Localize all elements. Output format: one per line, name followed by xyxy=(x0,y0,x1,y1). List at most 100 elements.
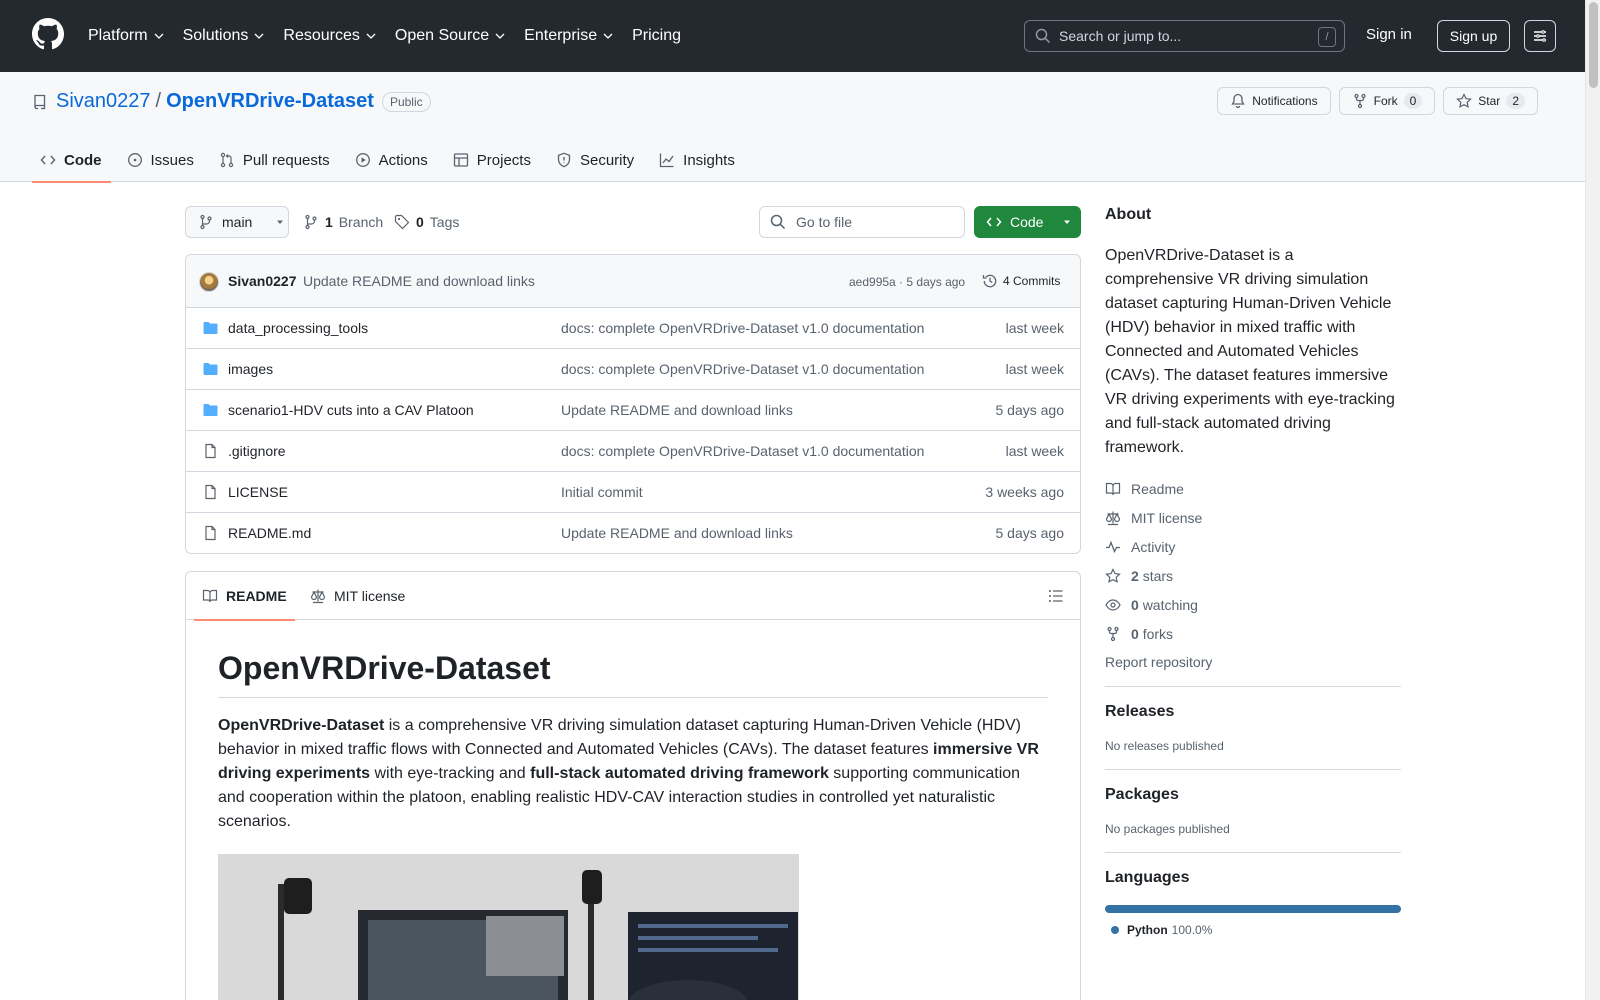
file-commit-message-link[interactable]: docs: complete OpenVRDrive-Dataset v1.0 … xyxy=(561,361,924,377)
readme-panel: README MIT license OpenVRDrive-Dataset O… xyxy=(185,571,1081,1000)
about-title: About xyxy=(1105,206,1152,223)
book-icon xyxy=(1105,482,1121,495)
releases-title[interactable]: Releases xyxy=(1105,703,1401,721)
packages-section: Packages No packages published xyxy=(1105,769,1401,836)
tab-issues[interactable]: Issues xyxy=(119,138,203,182)
nav-pricing[interactable]: Pricing xyxy=(632,27,681,45)
tags-link[interactable]: 0 Tags xyxy=(394,206,459,238)
latest-commit-bar: Sivan0227 Update README and download lin… xyxy=(186,255,1080,308)
commit-message-link[interactable]: Update README and download links xyxy=(303,273,535,289)
repo-owner-link[interactable]: Sivan0227 xyxy=(56,90,151,113)
nav-enterprise[interactable]: Enterprise xyxy=(524,27,614,45)
file-commit-time: 5 days ago xyxy=(995,402,1065,418)
file-icon xyxy=(202,525,219,541)
file-commit-message-link[interactable]: docs: complete OpenVRDrive-Dataset v1.0 … xyxy=(561,320,924,336)
report-repository-link[interactable]: Report repository xyxy=(1105,654,1401,670)
notifications-button[interactable]: Notifications xyxy=(1217,87,1331,115)
visibility-badge: Public xyxy=(381,91,431,112)
table-row[interactable]: README.md Update README and download link… xyxy=(186,513,1080,553)
file-commit-message-link[interactable]: Update README and download links xyxy=(561,525,793,541)
branch-select-button[interactable]: main xyxy=(185,206,289,238)
fork-button[interactable]: Fork 0 xyxy=(1338,87,1436,115)
file-name-link[interactable]: .gitignore xyxy=(228,443,286,459)
file-commit-time: 5 days ago xyxy=(995,525,1065,541)
repo-separator: / xyxy=(155,90,162,112)
file-name-link[interactable]: README.md xyxy=(228,525,311,541)
nav-platform[interactable]: Platform xyxy=(88,27,165,45)
tab-actions[interactable]: Actions xyxy=(347,138,437,182)
file-name-link[interactable]: LICENSE xyxy=(228,484,288,500)
chevron-down-icon xyxy=(495,33,505,39)
keyboard-shortcut-hint: / xyxy=(1318,27,1336,47)
commit-hash-time[interactable]: aed995a · 5 days ago xyxy=(849,275,965,289)
stars-link[interactable]: 2 stars xyxy=(1105,561,1401,590)
global-search-input[interactable]: Search or jump to... / xyxy=(1024,20,1345,52)
avatar[interactable] xyxy=(199,272,219,292)
tab-insights[interactable]: Insights xyxy=(651,138,744,182)
repo-actions: Notifications Fork 0 Star 2 xyxy=(1217,87,1538,115)
language-item[interactable]: Python 100.0% xyxy=(1105,923,1401,937)
file-rows: data_processing_tools docs: complete Open… xyxy=(186,308,1080,553)
sign-in-link[interactable]: Sign in xyxy=(1366,26,1412,43)
file-icon xyxy=(202,443,219,459)
repo-sidebar: About OpenVRDrive-Dataset is a comprehen… xyxy=(1105,206,1401,937)
repo-name-link[interactable]: OpenVRDrive-Dataset xyxy=(166,90,374,113)
sign-up-button[interactable]: Sign up xyxy=(1437,20,1510,52)
table-row[interactable]: scenario1-HDV cuts into a CAV Platoon Upd… xyxy=(186,390,1080,431)
list-icon[interactable] xyxy=(1048,588,1064,604)
file-icon xyxy=(202,484,219,500)
file-commit-message-link[interactable]: Update README and download links xyxy=(561,402,793,418)
bell-icon xyxy=(1231,93,1245,109)
file-name-link[interactable]: images xyxy=(228,361,273,377)
play-icon xyxy=(355,153,370,167)
table-icon xyxy=(453,153,468,167)
repo-tabs: Code Issues Pull requests Actions Projec… xyxy=(32,138,752,183)
nav-solutions[interactable]: Solutions xyxy=(183,27,266,45)
file-name-link[interactable]: data_processing_tools xyxy=(228,320,368,336)
star-icon xyxy=(1105,567,1121,583)
readme-link[interactable]: Readme xyxy=(1105,474,1401,503)
go-to-file-input[interactable]: Go to file xyxy=(759,206,965,238)
branch-icon xyxy=(305,214,317,230)
tab-license[interactable]: MIT license xyxy=(310,572,405,620)
file-commit-message-link[interactable]: docs: complete OpenVRDrive-Dataset v1.0 … xyxy=(561,443,924,459)
tab-projects[interactable]: Projects xyxy=(445,138,540,182)
file-commit-time: last week xyxy=(1005,320,1064,336)
folder-icon xyxy=(202,320,219,336)
code-dropdown-button[interactable]: Code xyxy=(974,206,1081,238)
license-link[interactable]: MIT license xyxy=(1105,503,1401,532)
forks-link[interactable]: 0 forks xyxy=(1105,619,1401,648)
tab-readme[interactable]: README xyxy=(194,572,295,621)
file-name-link[interactable]: scenario1-HDV cuts into a CAV Platoon xyxy=(228,402,474,418)
language-color-dot xyxy=(1111,926,1119,934)
packages-empty: No packages published xyxy=(1105,822,1230,836)
table-row[interactable]: data_processing_tools docs: complete Open… xyxy=(186,308,1080,349)
search-icon xyxy=(1035,28,1051,44)
file-commit-message-link[interactable]: Initial commit xyxy=(561,484,643,500)
readme-photo xyxy=(218,854,799,1000)
star-button[interactable]: Star 2 xyxy=(1443,87,1538,115)
scrollbar-thumb[interactable] xyxy=(1589,2,1598,88)
table-row[interactable]: LICENSE Initial commit 3 weeks ago xyxy=(186,472,1080,513)
file-navigation: main 1 Branch 0 Tags Go to file Code xyxy=(185,206,1081,239)
nav-open-source[interactable]: Open Source xyxy=(395,27,506,45)
github-logo-icon[interactable] xyxy=(32,18,64,50)
chevron-down-icon xyxy=(254,33,264,39)
menu-icon[interactable] xyxy=(1524,20,1556,52)
table-row[interactable]: images docs: complete OpenVRDrive-Dataset… xyxy=(186,349,1080,390)
activity-link[interactable]: Activity xyxy=(1105,532,1401,561)
page-scrollbar[interactable] xyxy=(1585,0,1600,1000)
readme-intro: OpenVRDrive-Dataset is a comprehensive V… xyxy=(218,717,1039,830)
branches-link[interactable]: 1 Branch xyxy=(303,206,383,238)
commit-author-link[interactable]: Sivan0227 xyxy=(228,273,297,289)
star-icon xyxy=(1456,93,1473,108)
packages-title[interactable]: Packages xyxy=(1105,786,1401,804)
tab-code[interactable]: Code xyxy=(32,138,111,183)
tab-security[interactable]: Security xyxy=(548,138,643,182)
commits-link[interactable]: 4 Commits xyxy=(982,273,1060,289)
nav-resources[interactable]: Resources xyxy=(283,27,376,45)
tab-pull-requests[interactable]: Pull requests xyxy=(211,138,339,182)
table-row[interactable]: .gitignore docs: complete OpenVRDrive-Dat… xyxy=(186,431,1080,472)
book-icon xyxy=(202,589,218,603)
watchers-link[interactable]: 0 watching xyxy=(1105,590,1401,619)
